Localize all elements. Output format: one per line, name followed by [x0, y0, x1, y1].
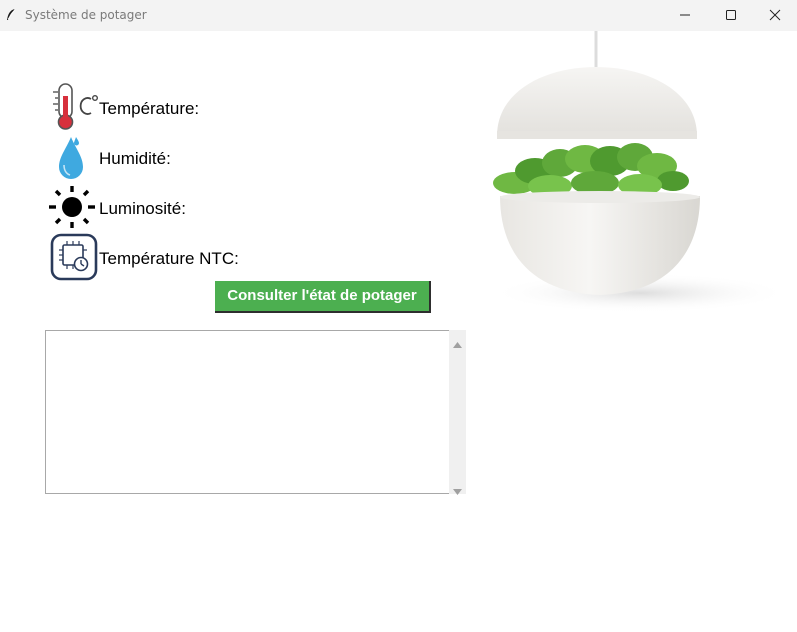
ntc-temperature-label: Température NTC: — [99, 249, 239, 268]
planter-image — [435, 31, 797, 316]
thermometer-icon — [50, 82, 99, 137]
water-drop-icon — [56, 135, 86, 186]
vertical-scrollbar[interactable] — [449, 330, 466, 495]
ntc-chip-icon — [50, 233, 98, 286]
scroll-up-arrow-icon[interactable] — [453, 335, 462, 353]
sun-icon — [48, 184, 96, 235]
minimize-icon — [680, 14, 690, 16]
scroll-down-arrow-icon[interactable] — [453, 482, 462, 500]
luminosity-label: Luminosité: — [99, 199, 186, 218]
feather-icon — [5, 8, 17, 22]
close-button[interactable] — [752, 0, 797, 31]
app-window: Système de potager Température: Humidité… — [0, 0, 797, 632]
title-bar[interactable]: Système de potager — [0, 0, 797, 31]
output-text-area[interactable] — [45, 330, 449, 494]
maximize-icon — [726, 10, 736, 20]
temperature-label: Température: — [99, 99, 200, 118]
window-title: Système de potager — [25, 8, 147, 22]
humidity-label: Humidité: — [99, 149, 171, 168]
minimize-button[interactable] — [662, 0, 708, 31]
consult-garden-button[interactable]: Consulter l'état de potager — [215, 281, 431, 313]
maximize-button[interactable] — [708, 0, 754, 31]
close-icon — [769, 9, 781, 21]
